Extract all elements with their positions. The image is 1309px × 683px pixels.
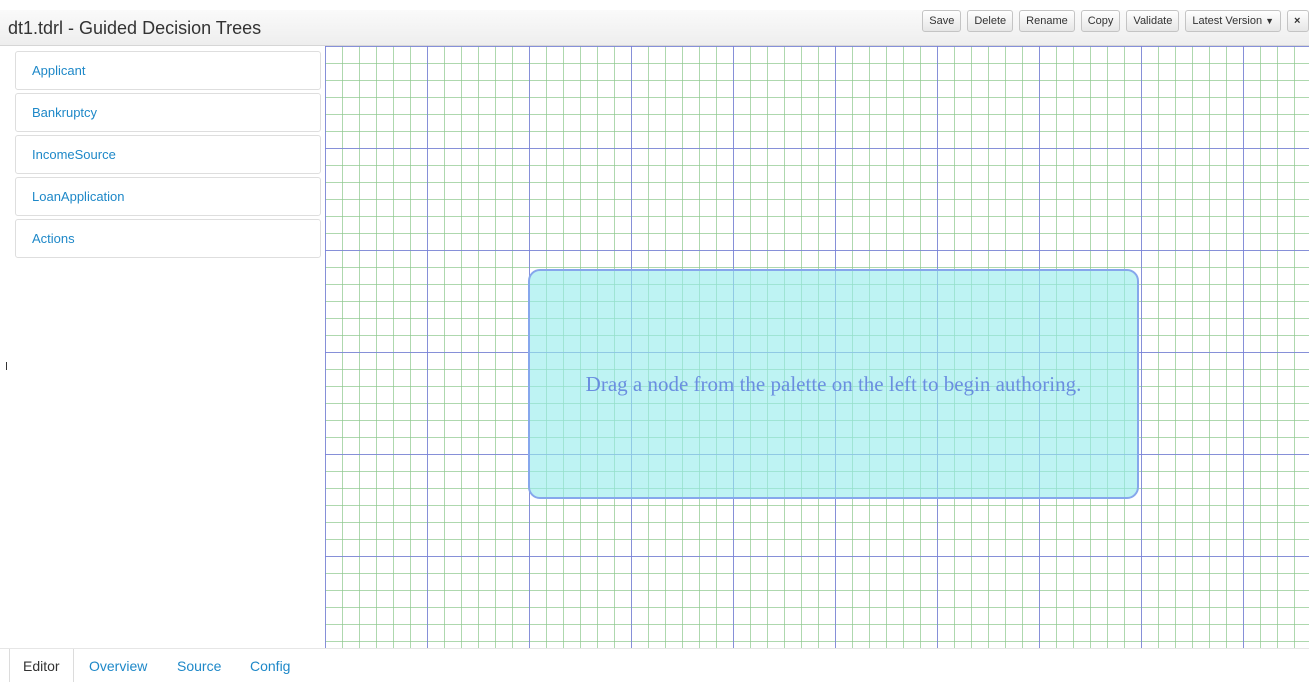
version-dropdown[interactable]: Latest Version ▼: [1185, 10, 1281, 32]
editor-tabs: Editor Overview Source Config: [0, 648, 1309, 682]
save-button[interactable]: Save: [922, 10, 962, 32]
close-button[interactable]: ×: [1287, 10, 1309, 32]
palette-item-actions[interactable]: Actions: [15, 219, 321, 258]
canvas-hint-box: Drag a node from the palette on the left…: [528, 269, 1139, 499]
tab-config[interactable]: Config: [250, 649, 290, 682]
palette-item-incomesource[interactable]: IncomeSource: [15, 135, 321, 174]
page-title: dt1.tdrl - Guided Decision Trees: [8, 18, 262, 38]
tab-source[interactable]: Source: [177, 649, 221, 682]
resize-handle[interactable]: [6, 362, 7, 370]
rename-button[interactable]: Rename: [1019, 10, 1075, 32]
canvas-hint-text: Drag a node from the palette on the left…: [585, 371, 1082, 396]
tab-editor[interactable]: Editor: [9, 649, 74, 682]
delete-button[interactable]: Delete: [967, 10, 1014, 32]
tab-overview[interactable]: Overview: [89, 649, 147, 682]
editor-toolbar: Save Delete Rename Copy Validate Latest …: [916, 10, 1309, 34]
palette-item-applicant[interactable]: Applicant: [15, 51, 321, 90]
palette-item-bankruptcy[interactable]: Bankruptcy: [15, 93, 321, 132]
validate-button[interactable]: Validate: [1126, 10, 1180, 32]
version-label: Latest Version: [1192, 15, 1263, 27]
palette-item-loanapplication[interactable]: LoanApplication: [15, 177, 321, 216]
top-margin: [0, 0, 1309, 10]
node-palette: Applicant Bankruptcy IncomeSource LoanAp…: [15, 51, 321, 261]
copy-button[interactable]: Copy: [1080, 10, 1121, 32]
close-icon: ×: [1294, 15, 1301, 27]
caret-down-icon: ▼: [1265, 16, 1274, 26]
